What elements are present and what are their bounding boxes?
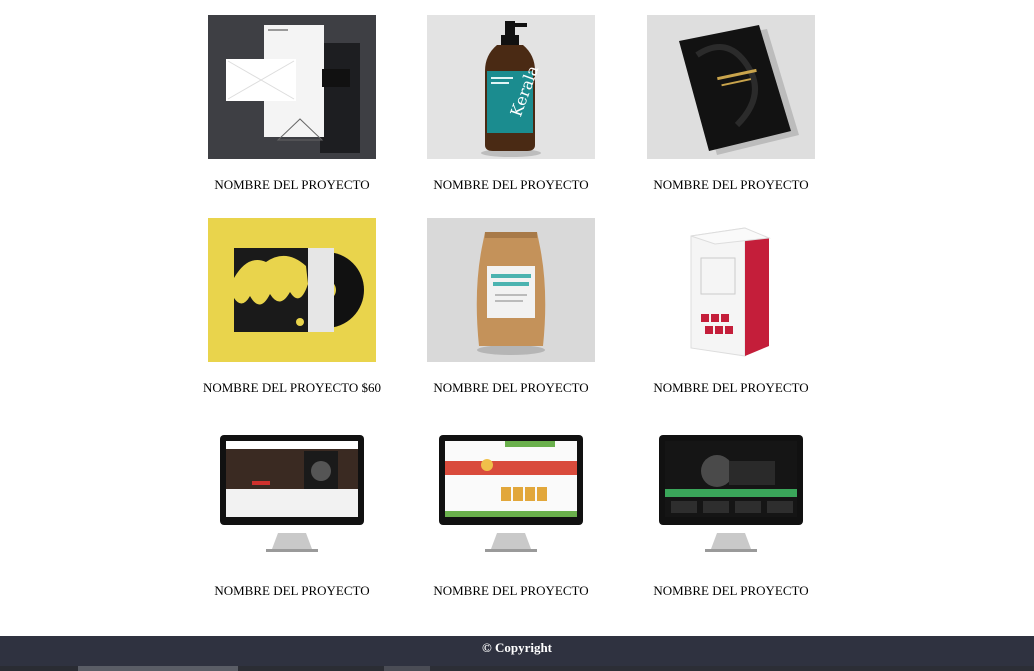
project-thumbnail[interactable]	[427, 218, 595, 362]
project-thumbnail[interactable]	[647, 15, 815, 159]
project-thumbnail[interactable]	[647, 218, 815, 362]
project-thumbnail[interactable]: Kerala	[427, 15, 595, 159]
project-thumbnail[interactable]	[427, 421, 595, 565]
project-title[interactable]: NOMBRE DEL PROYECTO	[587, 177, 875, 193]
project-thumbnail[interactable]	[208, 15, 376, 159]
footer-image-strip	[0, 666, 1034, 671]
project-thumbnail[interactable]	[208, 421, 376, 565]
project-title[interactable]: NOMBRE DEL PROYECTO	[587, 380, 875, 396]
copyright-text: © Copyright	[481, 640, 553, 655]
project-thumbnail[interactable]	[208, 218, 376, 362]
project-thumbnail[interactable]	[647, 421, 815, 565]
project-title[interactable]: NOMBRE DEL PROYECTO	[587, 583, 875, 599]
footer: © Copyright	[0, 636, 1034, 671]
